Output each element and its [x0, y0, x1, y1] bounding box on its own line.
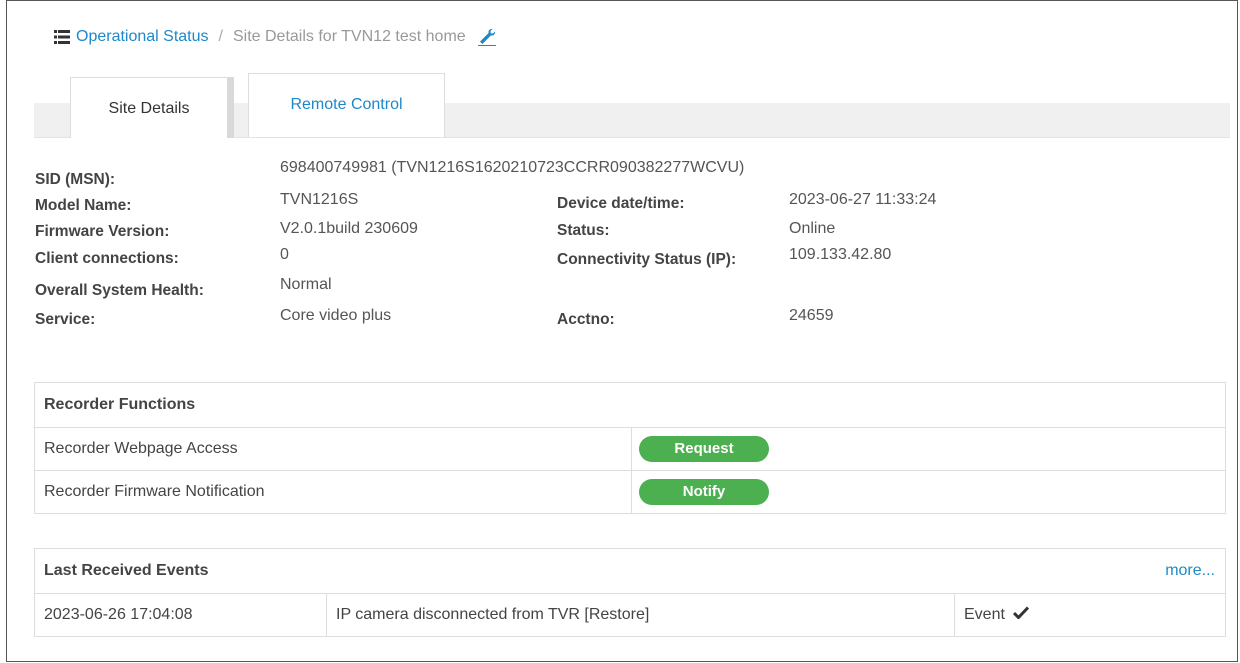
table-row: 2023-06-26 17:04:08 IP camera disconnect…	[34, 593, 1226, 637]
table-row: Recorder Webpage Access Request	[34, 427, 1226, 471]
breadcrumb-separator: /	[218, 28, 223, 45]
recorder-webpage-access-label: Recorder Webpage Access	[34, 427, 632, 471]
sid-value: 698400749981 (TVN1216S1620210723CCRR0903…	[280, 159, 745, 176]
datetime-value: 2023-06-27 11:33:24	[789, 191, 937, 208]
list-icon	[54, 30, 70, 44]
acctno-label: Acctno:	[557, 311, 615, 328]
breadcrumb-current: Site Details for TVN12 test home	[232, 28, 466, 45]
status-value: Online	[789, 220, 836, 237]
acctno-value: 24659	[789, 307, 834, 324]
table-row: Recorder Firmware Notification Notify	[34, 470, 1226, 514]
request-button[interactable]: Request	[639, 436, 769, 462]
recorder-webpage-access-cell: Request	[631, 427, 1226, 471]
clients-value: 0	[280, 246, 289, 263]
recorder-functions-header-row: Recorder Functions	[34, 382, 1226, 428]
event-description: IP camera disconnected from TVR [Restore…	[326, 593, 955, 637]
sid-label: SID (MSN):	[35, 171, 116, 188]
health-label: Overall System Health:	[35, 282, 204, 299]
service-label: Service:	[35, 311, 96, 328]
firmware-value: V2.0.1build 230609	[280, 220, 418, 237]
status-label: Status:	[557, 222, 610, 239]
service-value: Core video plus	[280, 307, 392, 324]
event-time: 2023-06-26 17:04:08	[34, 593, 327, 637]
datetime-label: Device date/time:	[557, 195, 685, 212]
wrench-icon[interactable]	[477, 28, 496, 46]
recorder-functions-title: Recorder Functions	[34, 382, 1226, 428]
tab-remote-control[interactable]: Remote Control	[248, 73, 445, 137]
recorder-firmware-notification-label: Recorder Firmware Notification	[34, 470, 632, 514]
model-value: TVN1216S	[280, 191, 359, 208]
connectivity-label: Connectivity Status (IP):	[557, 251, 737, 268]
breadcrumb: Operational Status / Site Details for TV…	[54, 28, 496, 46]
events-header-cell: Last Received Events more...	[34, 548, 1226, 594]
events-header-row: Last Received Events more...	[34, 548, 1226, 594]
health-value: Normal	[280, 276, 332, 293]
recorder-firmware-notification-cell: Notify	[631, 470, 1226, 514]
recorder-functions-table: Recorder Functions Recorder Webpage Acce…	[34, 382, 1226, 514]
connectivity-value: 109.133.42.80	[789, 246, 892, 263]
events-table: Last Received Events more... 2023-06-26 …	[34, 548, 1226, 637]
more-events-link[interactable]: more...	[1165, 549, 1215, 593]
checkmark-icon	[1013, 606, 1030, 619]
events-title: Last Received Events	[44, 562, 209, 579]
event-type: Event	[964, 606, 1005, 623]
firmware-label: Firmware Version:	[35, 223, 170, 240]
clients-label: Client connections:	[35, 250, 179, 267]
breadcrumb-operational-status-link[interactable]: Operational Status	[76, 28, 209, 46]
model-label: Model Name:	[35, 197, 132, 214]
tab-site-details[interactable]: Site Details	[70, 77, 234, 138]
notify-button[interactable]: Notify	[639, 479, 769, 505]
event-type-cell: Event	[954, 593, 1226, 637]
